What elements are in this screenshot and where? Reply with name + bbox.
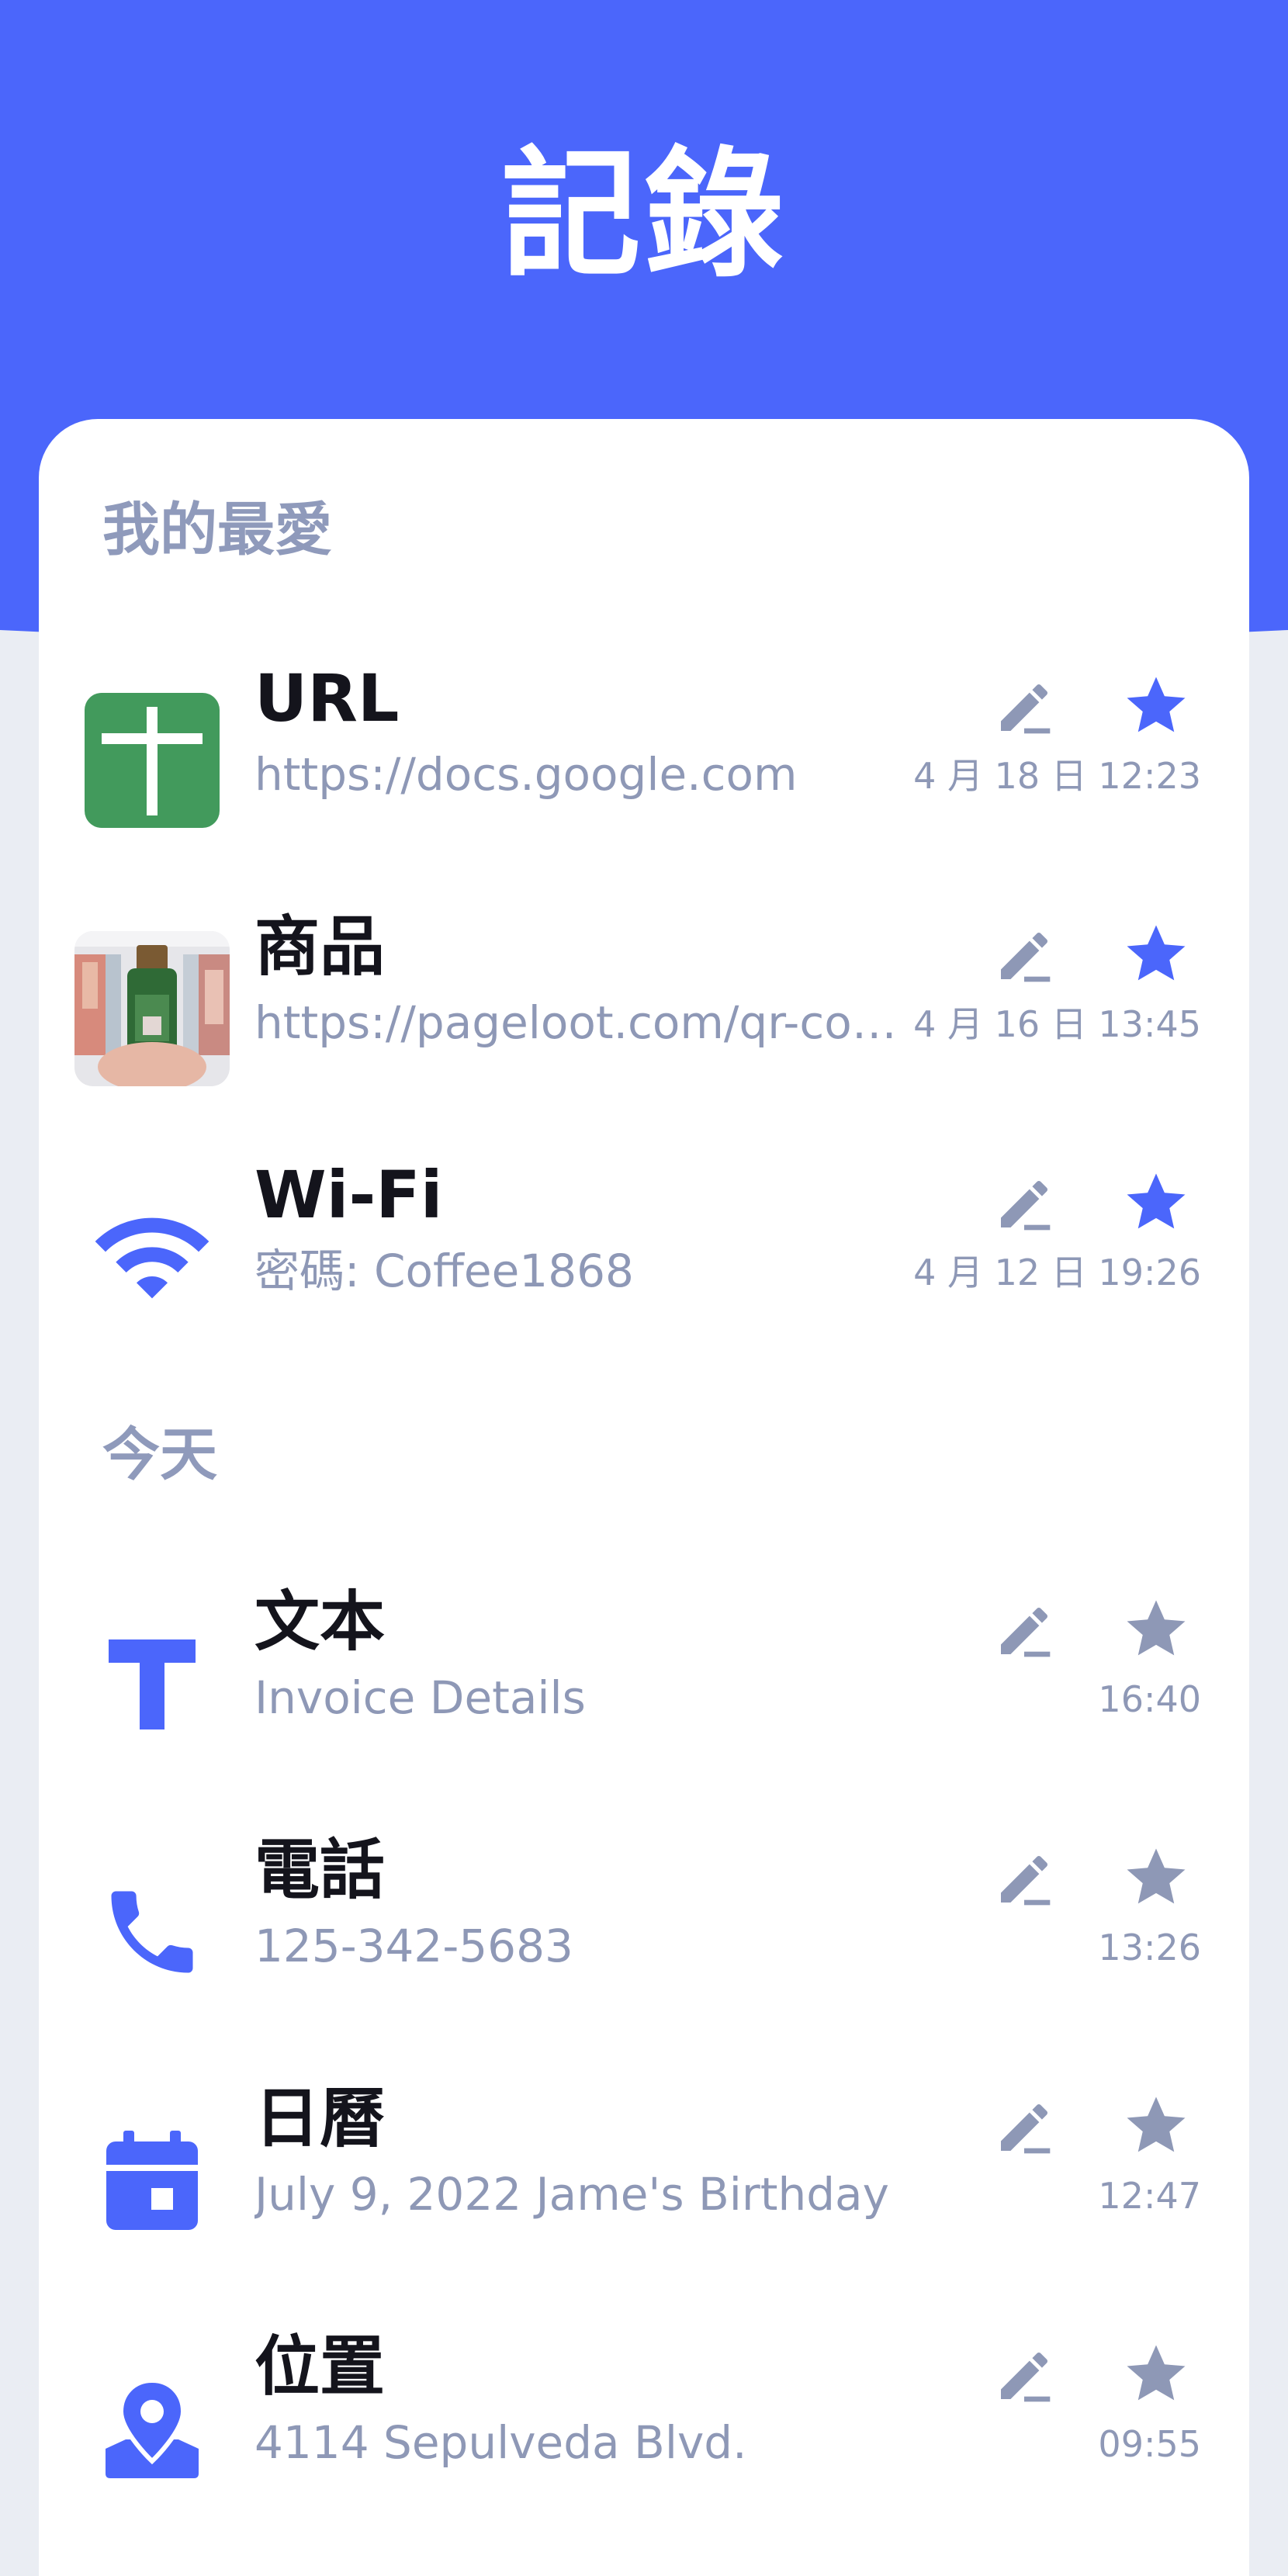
- pencil-icon: [1001, 1855, 1051, 1906]
- section-title-favorites: 我的最愛: [102, 497, 332, 563]
- star-icon: [1127, 1173, 1186, 1229]
- star-icon: [1127, 1600, 1186, 1656]
- item-timestamp: 09:55: [1098, 2423, 1201, 2465]
- star-icon: [1127, 925, 1186, 981]
- list-item-text[interactable]: 文本 Invoice Details 16:40: [39, 1552, 1249, 1746]
- item-content: Invoice Details: [254, 1671, 586, 1724]
- item-type-label: 文本: [254, 1584, 386, 1660]
- list-item-location[interactable]: 位置 4114 Sepulveda Blvd. 09:55: [39, 2297, 1249, 2491]
- calendar-icon: [74, 2103, 230, 2258]
- pencil-icon: [1001, 1607, 1051, 1657]
- item-content: 密碼: Coffee1868: [254, 1245, 634, 1297]
- page-title: 記錄: [500, 134, 787, 296]
- item-timestamp: 13:26: [1098, 1927, 1201, 1968]
- item-content: 4114 Sepulveda Blvd.: [254, 2416, 747, 2469]
- star-icon: [1127, 2345, 1186, 2401]
- pencil-icon: [1001, 932, 1051, 982]
- edit-button[interactable]: [985, 1840, 1063, 1918]
- item-timestamp: 4 月 16 日 13:45: [913, 1003, 1201, 1045]
- text-icon: [74, 1606, 230, 1761]
- pencil-icon: [1001, 2103, 1051, 2154]
- favorite-star-button[interactable]: [1117, 2087, 1195, 2165]
- edit-button[interactable]: [985, 2337, 1063, 2415]
- edit-button[interactable]: [985, 1592, 1063, 1670]
- star-icon: [1127, 1848, 1186, 1904]
- pencil-icon: [1001, 1180, 1051, 1231]
- favorite-star-button[interactable]: [1117, 1164, 1195, 1241]
- product-photo: [74, 931, 230, 1086]
- item-timestamp: 4 月 12 日 19:26: [913, 1252, 1201, 1293]
- favorite-star-button[interactable]: [1117, 1839, 1195, 1916]
- star-icon: [1127, 2096, 1186, 2152]
- edit-button[interactable]: [985, 917, 1063, 995]
- item-type-label: Wi-Fi: [254, 1157, 443, 1233]
- list-item-phone[interactable]: 電話 125-342-5683 13:26: [39, 1800, 1249, 1994]
- item-type-label: 日曆: [254, 2080, 386, 2156]
- edit-button[interactable]: [985, 1165, 1063, 1243]
- item-type-label: 商品: [254, 909, 386, 985]
- favorite-star-button[interactable]: [1117, 667, 1195, 745]
- google-docs-icon: [74, 683, 230, 838]
- list-item-wifi[interactable]: Wi-Fi 密碼: Coffee1868 4 月 12 日 19:26: [39, 1125, 1249, 1319]
- section-title-today: 今天: [102, 1421, 217, 1488]
- item-type-label: 位置: [254, 2328, 386, 2405]
- item-content: https://docs.google.com: [254, 748, 798, 801]
- favorite-star-button[interactable]: [1117, 2335, 1195, 2413]
- edit-button[interactable]: [985, 2089, 1063, 2166]
- edit-button[interactable]: [985, 669, 1063, 746]
- phone-icon: [74, 1854, 230, 2010]
- star-icon: [1127, 677, 1186, 732]
- item-type-label: URL: [254, 660, 400, 736]
- item-content: 125-342-5683: [254, 1920, 573, 1972]
- location-icon: [74, 2351, 230, 2506]
- list-item-url[interactable]: URL https://docs.google.com 4 月 18 日 12:…: [39, 628, 1249, 828]
- item-content: https://pageloot.com/qr-code-generator: [254, 996, 898, 1049]
- list-item-calendar[interactable]: 日曆 July 9, 2022 Jame's Birthday 12:47: [39, 2048, 1249, 2242]
- pencil-icon: [1001, 684, 1051, 734]
- item-content: July 9, 2022 Jame's Birthday: [254, 2168, 889, 2221]
- history-card: 我的最愛 URL https://docs.google.com 4 月 18 …: [39, 419, 1249, 2576]
- favorite-star-button[interactable]: [1117, 916, 1195, 993]
- item-type-label: 電話: [254, 1832, 386, 1908]
- pencil-icon: [1001, 2352, 1051, 2402]
- favorite-star-button[interactable]: [1117, 1591, 1195, 1668]
- item-timestamp: 12:47: [1098, 2175, 1201, 2217]
- list-item-product[interactable]: 商品 https://pageloot.com/qr-code-generato…: [39, 877, 1249, 1086]
- item-timestamp: 16:40: [1098, 1678, 1201, 1720]
- wifi-icon: [74, 1179, 230, 1335]
- item-timestamp: 4 月 18 日 12:23: [913, 755, 1201, 797]
